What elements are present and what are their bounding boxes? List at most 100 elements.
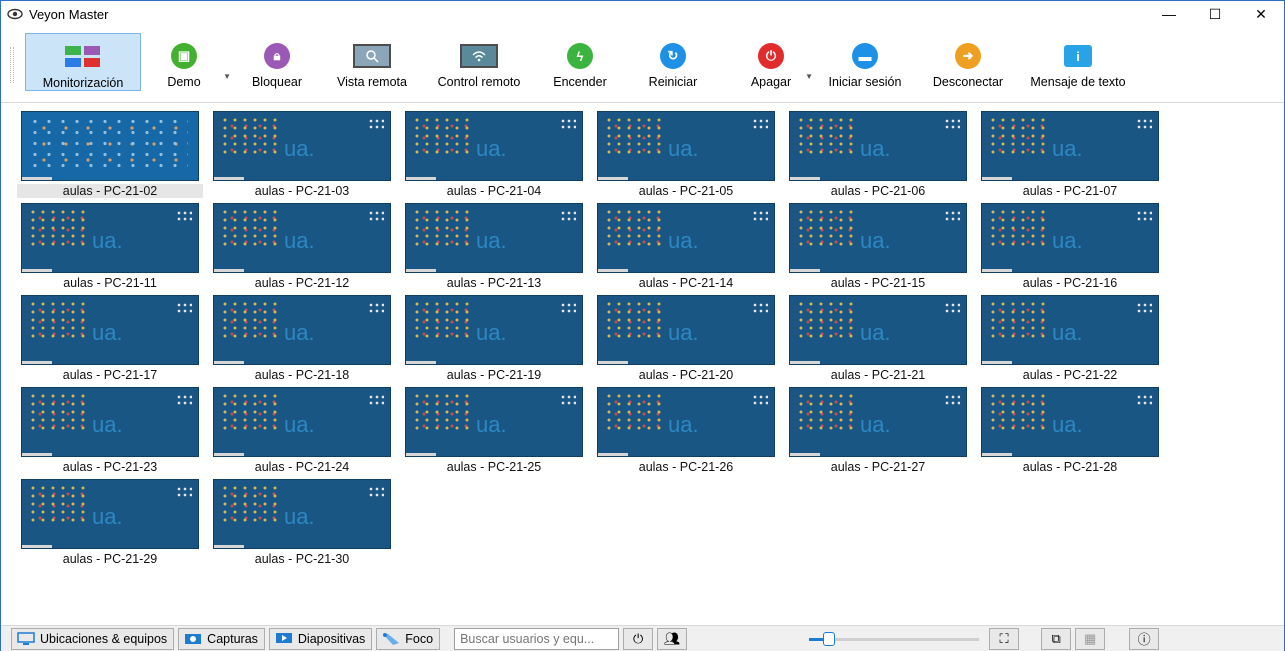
computer-tile[interactable]: ua. aulas - PC-21-06: [785, 111, 971, 201]
computer-tile[interactable]: ua. aulas - PC-21-29: [17, 479, 203, 569]
text-message-button[interactable]: i Mensaje de texto: [1017, 33, 1139, 91]
computer-tile[interactable]: ua. aulas - PC-21-21: [785, 295, 971, 385]
computer-tile[interactable]: ua. aulas - PC-21-03: [209, 111, 395, 201]
desktop-icons-right: [368, 118, 384, 130]
screen-thumbnail[interactable]: ua.: [789, 111, 967, 181]
computer-tile[interactable]: aulas - PC-21-02: [17, 111, 203, 201]
login-button[interactable]: ▬ Iniciar sesión: [815, 33, 915, 91]
thumbnail-watermark: ua.: [668, 228, 699, 253]
screen-thumbnail[interactable]: ua.: [597, 203, 775, 273]
slideshow-icon: [274, 631, 294, 647]
lock-button[interactable]: 🔒︎ Bloquear: [237, 33, 317, 91]
main-window: Veyon Master — ☐ ✕ Monitorización ▣ Demo…: [0, 0, 1285, 651]
screen-thumbnail[interactable]: ua.: [213, 387, 391, 457]
desktop-icons: [988, 300, 1048, 340]
computer-tile[interactable]: ua. aulas - PC-21-16: [977, 203, 1163, 293]
computer-tile[interactable]: ua. aulas - PC-21-04: [401, 111, 587, 201]
desktop-icons: [796, 116, 856, 156]
screen-thumbnail[interactable]: ua.: [21, 295, 199, 365]
screen-thumbnail[interactable]: ua.: [21, 387, 199, 457]
tab-screenshots-label: Capturas: [207, 631, 258, 646]
arrange-button[interactable]: ⧉: [1041, 627, 1072, 650]
minimize-button[interactable]: —: [1146, 1, 1192, 27]
power-off-button[interactable]: ⏻ Apagar ▼: [741, 33, 813, 91]
computer-tile[interactable]: ua. aulas - PC-21-28: [977, 387, 1163, 477]
screen-thumbnail[interactable]: ua.: [597, 111, 775, 181]
screen-thumbnail[interactable]: ua.: [405, 387, 583, 457]
about-button[interactable]: ⓘ: [1129, 627, 1160, 650]
computer-tile[interactable]: ua. aulas - PC-21-12: [209, 203, 395, 293]
computer-tile[interactable]: ua. aulas - PC-21-07: [977, 111, 1163, 201]
screen-thumbnail[interactable]: ua.: [789, 295, 967, 365]
screen-thumbnail[interactable]: ua.: [597, 295, 775, 365]
desktop-icons-right: [752, 302, 768, 314]
computer-tile[interactable]: ua. aulas - PC-21-18: [209, 295, 395, 385]
computer-tile[interactable]: ua. aulas - PC-21-11: [17, 203, 203, 293]
users-filter-button[interactable]: 👥︎: [657, 627, 688, 650]
desktop-icons-right: [1136, 394, 1152, 406]
screen-thumbnail[interactable]: ua.: [213, 111, 391, 181]
computer-tile[interactable]: ua. aulas - PC-21-17: [17, 295, 203, 385]
screen-thumbnail[interactable]: ua.: [213, 203, 391, 273]
thumbnail-watermark: ua.: [284, 228, 315, 253]
taskbar: [598, 361, 628, 364]
toolbar-grip[interactable]: [10, 47, 14, 83]
computer-tile[interactable]: ua. aulas - PC-21-25: [401, 387, 587, 477]
screen-thumbnail[interactable]: ua.: [405, 203, 583, 273]
computer-tile[interactable]: ua. aulas - PC-21-15: [785, 203, 971, 293]
zoom-slider[interactable]: [809, 628, 980, 650]
remote-view-button[interactable]: Vista remota: [325, 33, 419, 91]
tab-locations[interactable]: Ubicaciones & equipos: [11, 627, 175, 650]
zoom-slider-handle[interactable]: [823, 631, 836, 646]
thumbnail-watermark: ua.: [476, 320, 507, 345]
computer-tile[interactable]: ua. aulas - PC-21-24: [209, 387, 395, 477]
screen-thumbnail[interactable]: [21, 111, 199, 181]
computer-tile[interactable]: ua. aulas - PC-21-23: [17, 387, 203, 477]
tab-screenshots[interactable]: Capturas: [178, 627, 265, 650]
screen-thumbnail[interactable]: ua.: [213, 295, 391, 365]
screen-thumbnail[interactable]: ua.: [981, 203, 1159, 273]
computer-tile[interactable]: ua. aulas - PC-21-13: [401, 203, 587, 293]
monitoring-button[interactable]: Monitorización: [25, 33, 141, 91]
reboot-button[interactable]: ↻ Reiniciar: [633, 33, 713, 91]
computer-tile[interactable]: ua. aulas - PC-21-05: [593, 111, 779, 201]
screen-thumbnail[interactable]: ua.: [405, 295, 583, 365]
tab-spotlight[interactable]: Foco: [376, 627, 441, 650]
screen-thumbnail[interactable]: ua.: [789, 387, 967, 457]
screen-thumbnail[interactable]: ua.: [21, 203, 199, 273]
demo-dropdown-icon[interactable]: ▼: [223, 72, 231, 81]
thumbnail-watermark: ua.: [284, 412, 315, 437]
auto-fit-button[interactable]: ⛶: [989, 627, 1020, 650]
computer-tile[interactable]: ua. aulas - PC-21-14: [593, 203, 779, 293]
computer-tile[interactable]: ua. aulas - PC-21-22: [977, 295, 1163, 385]
screen-thumbnail[interactable]: ua.: [597, 387, 775, 457]
computer-tile[interactable]: ua. aulas - PC-21-26: [593, 387, 779, 477]
desktop-icons: [28, 392, 88, 432]
desktop-icons: [28, 300, 88, 340]
computer-tile[interactable]: ua. aulas - PC-21-30: [209, 479, 395, 569]
screen-thumbnail[interactable]: ua.: [21, 479, 199, 549]
taskbar: [790, 177, 820, 180]
desktop-icons: [220, 116, 280, 156]
logout-button[interactable]: ➜ Desconectar: [921, 33, 1015, 91]
computer-tile[interactable]: ua. aulas - PC-21-19: [401, 295, 587, 385]
screen-thumbnail[interactable]: ua.: [405, 111, 583, 181]
screen-thumbnail[interactable]: ua.: [981, 111, 1159, 181]
tab-slideshow[interactable]: Diapositivas: [268, 627, 373, 650]
demo-button[interactable]: ▣ Demo ▼: [149, 33, 231, 91]
search-input[interactable]: [454, 627, 620, 650]
screen-thumbnail[interactable]: ua.: [213, 479, 391, 549]
screen-thumbnail[interactable]: ua.: [789, 203, 967, 273]
power-filter-button[interactable]: ⏻: [623, 627, 654, 650]
taskbar: [790, 269, 820, 272]
screen-thumbnail[interactable]: ua.: [981, 387, 1159, 457]
screen-thumbnail[interactable]: ua.: [981, 295, 1159, 365]
power-on-button[interactable]: ϟ Encender: [545, 33, 615, 91]
maximize-button[interactable]: ☐: [1192, 1, 1238, 27]
grid-view-button[interactable]: ▦: [1075, 627, 1106, 650]
remote-control-button[interactable]: Control remoto: [423, 33, 535, 91]
power-off-dropdown-icon[interactable]: ▼: [805, 72, 813, 81]
close-button[interactable]: ✕: [1238, 1, 1284, 27]
computer-tile[interactable]: ua. aulas - PC-21-20: [593, 295, 779, 385]
computer-tile[interactable]: ua. aulas - PC-21-27: [785, 387, 971, 477]
